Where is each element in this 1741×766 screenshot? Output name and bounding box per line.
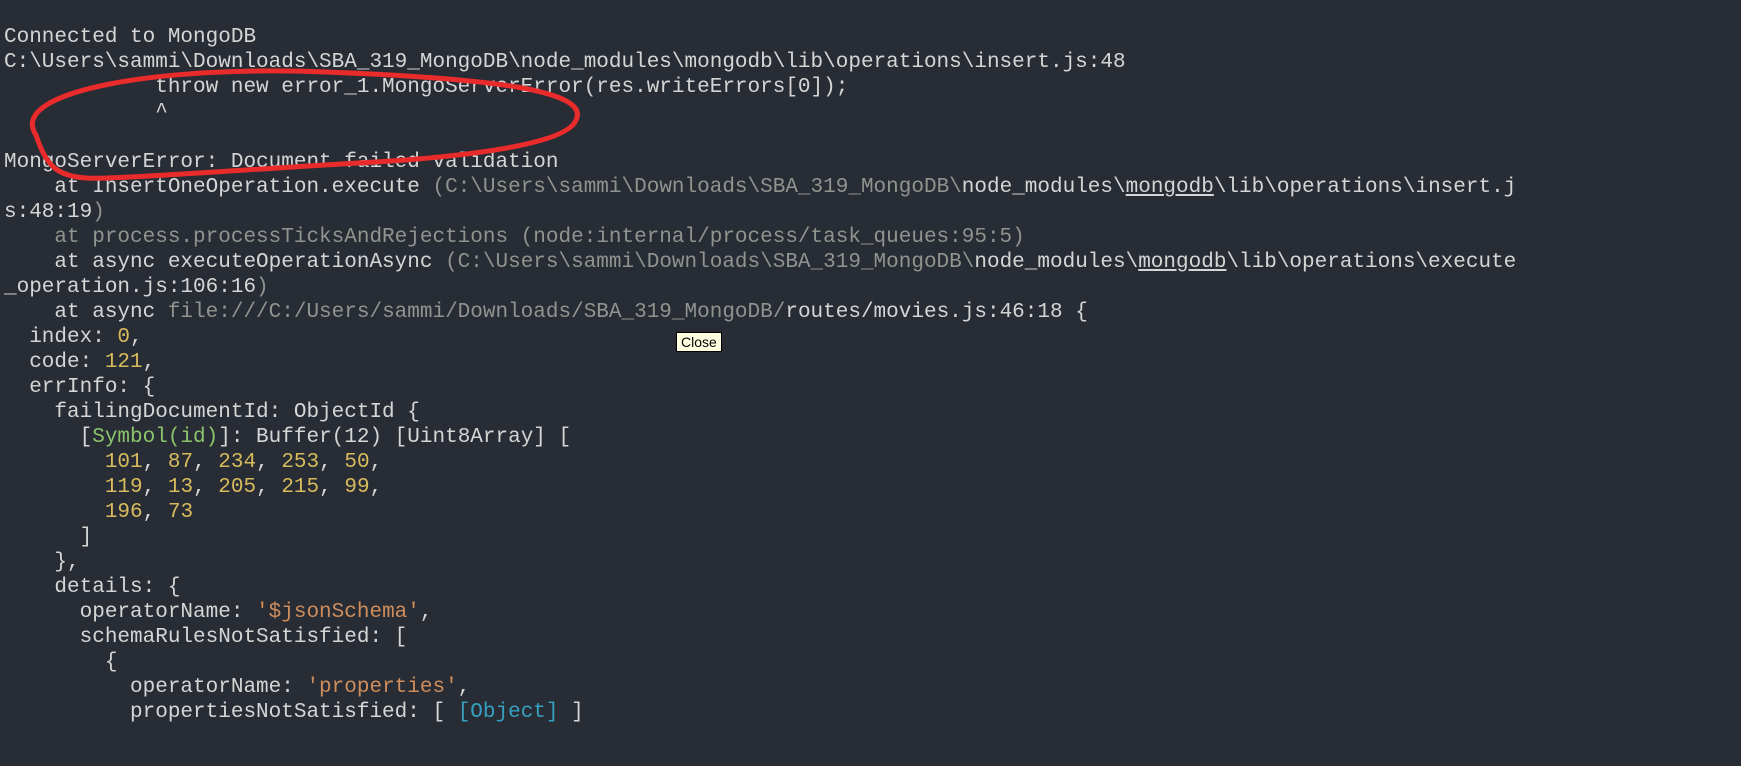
sep: , — [319, 451, 344, 474]
operator-name-value: '$jsonSchema' — [256, 601, 420, 624]
stack-path-3b: node_modules\ — [974, 251, 1138, 274]
stack-at-4: at async — [4, 301, 168, 324]
stack-close-1: ) — [92, 201, 105, 224]
sep: , — [143, 451, 168, 474]
schema-rules-open: schemaRulesNotSatisfied: [ — [4, 626, 407, 649]
sep: , — [370, 476, 383, 499]
buf-val: 87 — [168, 451, 193, 474]
buf-val: 99 — [344, 476, 369, 499]
buf-val: 205 — [218, 476, 256, 499]
stack-cont-1: s:48:19 — [4, 201, 92, 224]
sep: , — [143, 501, 168, 524]
mongodb-link-1[interactable]: mongodb — [1126, 176, 1214, 199]
stack-path-1c: \lib\operations\insert.j — [1214, 176, 1516, 199]
sep: , — [319, 476, 344, 499]
mongodb-link-2[interactable]: mongodb — [1138, 251, 1226, 274]
stack-path-3a: (C:\Users\sammi\Downloads\SBA_319_MongoD… — [445, 251, 974, 274]
stack-path-4a: file:///C:/Users/sammi/Downloads/SBA_319… — [168, 301, 786, 324]
index-value: 0 — [117, 326, 130, 349]
stack-path-1a: (C:\Users\sammi\Downloads\SBA_319_MongoD… — [432, 176, 961, 199]
object-placeholder: [Object] — [458, 701, 559, 724]
symbol-id: Symbol(id) — [92, 426, 218, 449]
buf-val: 234 — [218, 451, 256, 474]
stack-path-4b: routes/movies.js:46:18 { — [785, 301, 1087, 324]
failing-doc-id: failingDocumentId: ObjectId { — [4, 401, 420, 424]
buf-pad — [4, 501, 105, 524]
sep: , — [143, 476, 168, 499]
line-caret: ^ — [4, 101, 168, 124]
code-label: code: — [4, 351, 105, 374]
buf-val: 13 — [168, 476, 193, 499]
operator-name-label-2: operatorName: — [4, 676, 306, 699]
sep: , — [256, 476, 281, 499]
properties-end: ] — [559, 701, 584, 724]
error-title: MongoServerError: Document failed valida… — [4, 151, 559, 174]
code-value: 121 — [105, 351, 143, 374]
symbol-rest: ]: Buffer(12) [Uint8Array] [ — [218, 426, 571, 449]
line-path: C:\Users\sammi\Downloads\SBA_319_MongoDB… — [4, 51, 1126, 74]
buf-pad — [4, 476, 105, 499]
symbol-open: [ — [4, 426, 92, 449]
operator-name-label: operatorName: — [4, 601, 256, 624]
buf-val: 73 — [168, 501, 193, 524]
stack-path-1b: node_modules\ — [962, 176, 1126, 199]
close-tooltip-label: Close — [681, 334, 717, 350]
comma: , — [458, 676, 471, 699]
sep: , — [256, 451, 281, 474]
stack-path-3c: \lib\operations\execute — [1226, 251, 1516, 274]
buffer-close: ] — [4, 526, 92, 549]
comma: , — [420, 601, 433, 624]
buf-val: 50 — [344, 451, 369, 474]
buf-pad — [4, 451, 105, 474]
line-throw: throw new error_1.MongoServerError(res.w… — [4, 76, 848, 99]
operator-name-value-2: 'properties' — [306, 676, 457, 699]
buf-val: 196 — [105, 501, 143, 524]
errinfo-open: errInfo: { — [4, 376, 155, 399]
line-connected: Connected to MongoDB — [4, 26, 256, 49]
sep: , — [193, 476, 218, 499]
stack-at-3: at async executeOperationAsync — [4, 251, 445, 274]
brace-open: { — [4, 651, 117, 674]
stack-at-1: at InsertOneOperation.execute — [4, 176, 432, 199]
index-label: index: — [4, 326, 117, 349]
close-tooltip: Close — [676, 332, 722, 352]
details-open: details: { — [4, 576, 180, 599]
comma: , — [130, 326, 143, 349]
objectid-close: }, — [4, 551, 80, 574]
stack-at-2: at process.processTicksAndRejections (no… — [4, 226, 1025, 249]
terminal-output: Connected to MongoDB C:\Users\sammi\Down… — [0, 0, 1741, 725]
sep: , — [193, 451, 218, 474]
properties-label: propertiesNotSatisfied: [ — [4, 701, 458, 724]
buf-val: 253 — [281, 451, 319, 474]
stack-close-3: ) — [256, 276, 269, 299]
buf-val: 101 — [105, 451, 143, 474]
buf-val: 215 — [281, 476, 319, 499]
buf-val: 119 — [105, 476, 143, 499]
sep: , — [370, 451, 383, 474]
comma: , — [143, 351, 156, 374]
stack-cont-3: _operation.js:106:16 — [4, 276, 256, 299]
